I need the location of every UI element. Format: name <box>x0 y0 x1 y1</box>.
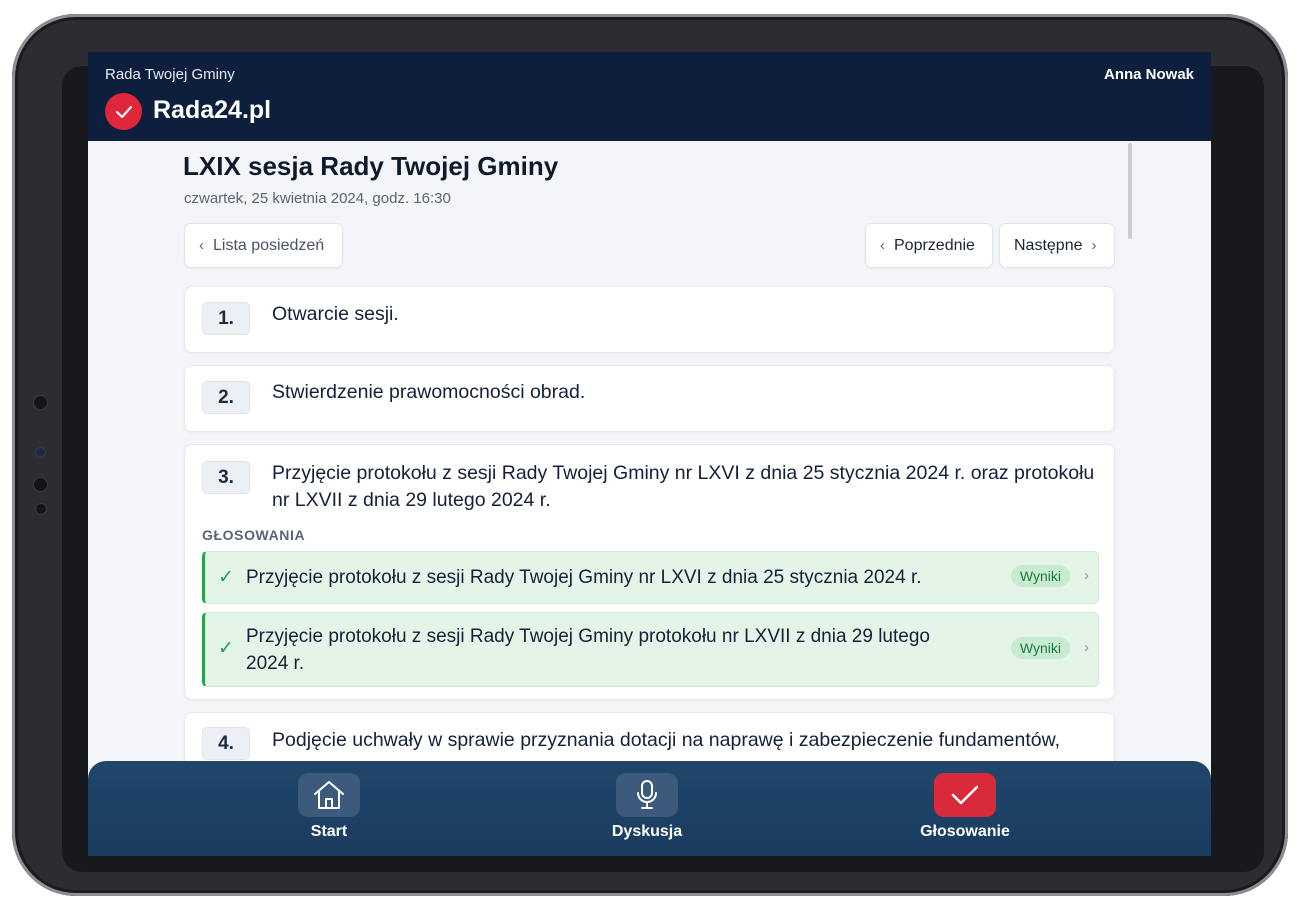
agenda-item-number: 1. <box>202 302 250 335</box>
agenda-item-number: 3. <box>202 461 250 494</box>
agenda-item-number: 2. <box>202 381 250 414</box>
votes-section-label: GŁOSOWANIA <box>202 527 306 543</box>
agenda-item-title: Przyjęcie protokołu z sesji Rady Twojej … <box>272 462 1095 511</box>
agenda-item-title: Otwarcie sesji. <box>272 303 399 325</box>
agenda-item[interactable]: 3. Przyjęcie protokołu z sesji Rady Twoj… <box>184 444 1115 700</box>
organization-name: Rada Twojej Gminy <box>105 66 235 83</box>
next-session-button[interactable]: Następne › <box>999 223 1115 268</box>
brand-name[interactable]: Rada24.pl <box>153 96 271 125</box>
brand-check-icon <box>105 93 142 130</box>
microphone-icon <box>616 773 678 817</box>
home-icon <box>298 773 360 817</box>
agenda-item[interactable]: 1. Otwarcie sesji. <box>184 286 1115 353</box>
agenda-item-title: Podjęcie uchwały w sprawie przyznania do… <box>272 729 1061 751</box>
results-badge[interactable]: Wyniki <box>1010 637 1070 659</box>
check-icon: ✓ <box>218 638 234 659</box>
side-sensor <box>34 478 47 491</box>
agenda-item[interactable]: 4. Podjęcie uchwały w sprawie przyznania… <box>184 712 1115 766</box>
session-list-label: Lista posiedzeń <box>213 236 325 254</box>
vote-row[interactable]: ✓ Przyjęcie protokołu z sesji Rady Twoje… <box>202 551 1099 604</box>
chevron-right-icon: › <box>1084 567 1089 584</box>
nav-discussion-label: Dyskusja <box>611 823 683 840</box>
vote-title: Przyjęcie protokołu z sesji Rady Twojej … <box>246 626 930 674</box>
chevron-right-icon: › <box>1084 639 1089 656</box>
previous-label: Poprzednie <box>894 236 975 254</box>
nav-voting[interactable]: Głosowanie <box>895 773 1035 841</box>
results-badge[interactable]: Wyniki <box>1010 565 1070 587</box>
user-name[interactable]: Anna Nowak <box>1104 66 1194 83</box>
side-sensor <box>34 396 47 409</box>
vote-row[interactable]: ✓ Przyjęcie protokołu z sesji Rady Twoje… <box>202 612 1099 687</box>
nav-start[interactable]: Start <box>259 773 399 841</box>
agenda-item-title: Stwierdzenie prawomocności obrad. <box>272 381 586 403</box>
agenda-item[interactable]: 2. Stwierdzenie prawomocności obrad. <box>184 365 1115 432</box>
camera-lens <box>36 448 45 457</box>
session-list-button[interactable]: ‹ Lista posiedzeń <box>184 223 343 268</box>
agenda-item-number: 4. <box>202 727 250 760</box>
session-content: LXIX sesja Rady Twojej Gminy czwartek, 2… <box>88 141 1211 766</box>
app-screen: Rada Twojej Gminy Anna Nowak Rada24.pl L… <box>88 52 1211 856</box>
vote-title: Przyjęcie protokołu z sesji Rady Twojej … <box>246 567 922 588</box>
bottom-navigation: Start Dyskusja Głosowanie <box>88 761 1211 856</box>
check-icon: ✓ <box>218 567 234 588</box>
chevron-left-icon: ‹ <box>199 237 204 254</box>
nav-discussion[interactable]: Dyskusja <box>577 773 717 841</box>
nav-start-label: Start <box>310 823 348 840</box>
app-header: Rada Twojej Gminy Anna Nowak Rada24.pl <box>88 52 1211 141</box>
scrollbar-thumb[interactable] <box>1128 143 1132 239</box>
session-title: LXIX sesja Rady Twojej Gminy <box>183 151 559 181</box>
nav-voting-label: Głosowanie <box>920 823 1010 840</box>
chevron-right-icon: › <box>1091 237 1097 254</box>
next-label: Następne <box>1014 236 1083 254</box>
side-sensor <box>36 504 46 514</box>
session-date: czwartek, 25 kwietnia 2024, godz. 16:30 <box>184 190 451 207</box>
previous-session-button[interactable]: ‹ Poprzednie <box>865 223 993 268</box>
check-icon <box>934 773 996 817</box>
chevron-left-icon: ‹ <box>880 237 885 254</box>
